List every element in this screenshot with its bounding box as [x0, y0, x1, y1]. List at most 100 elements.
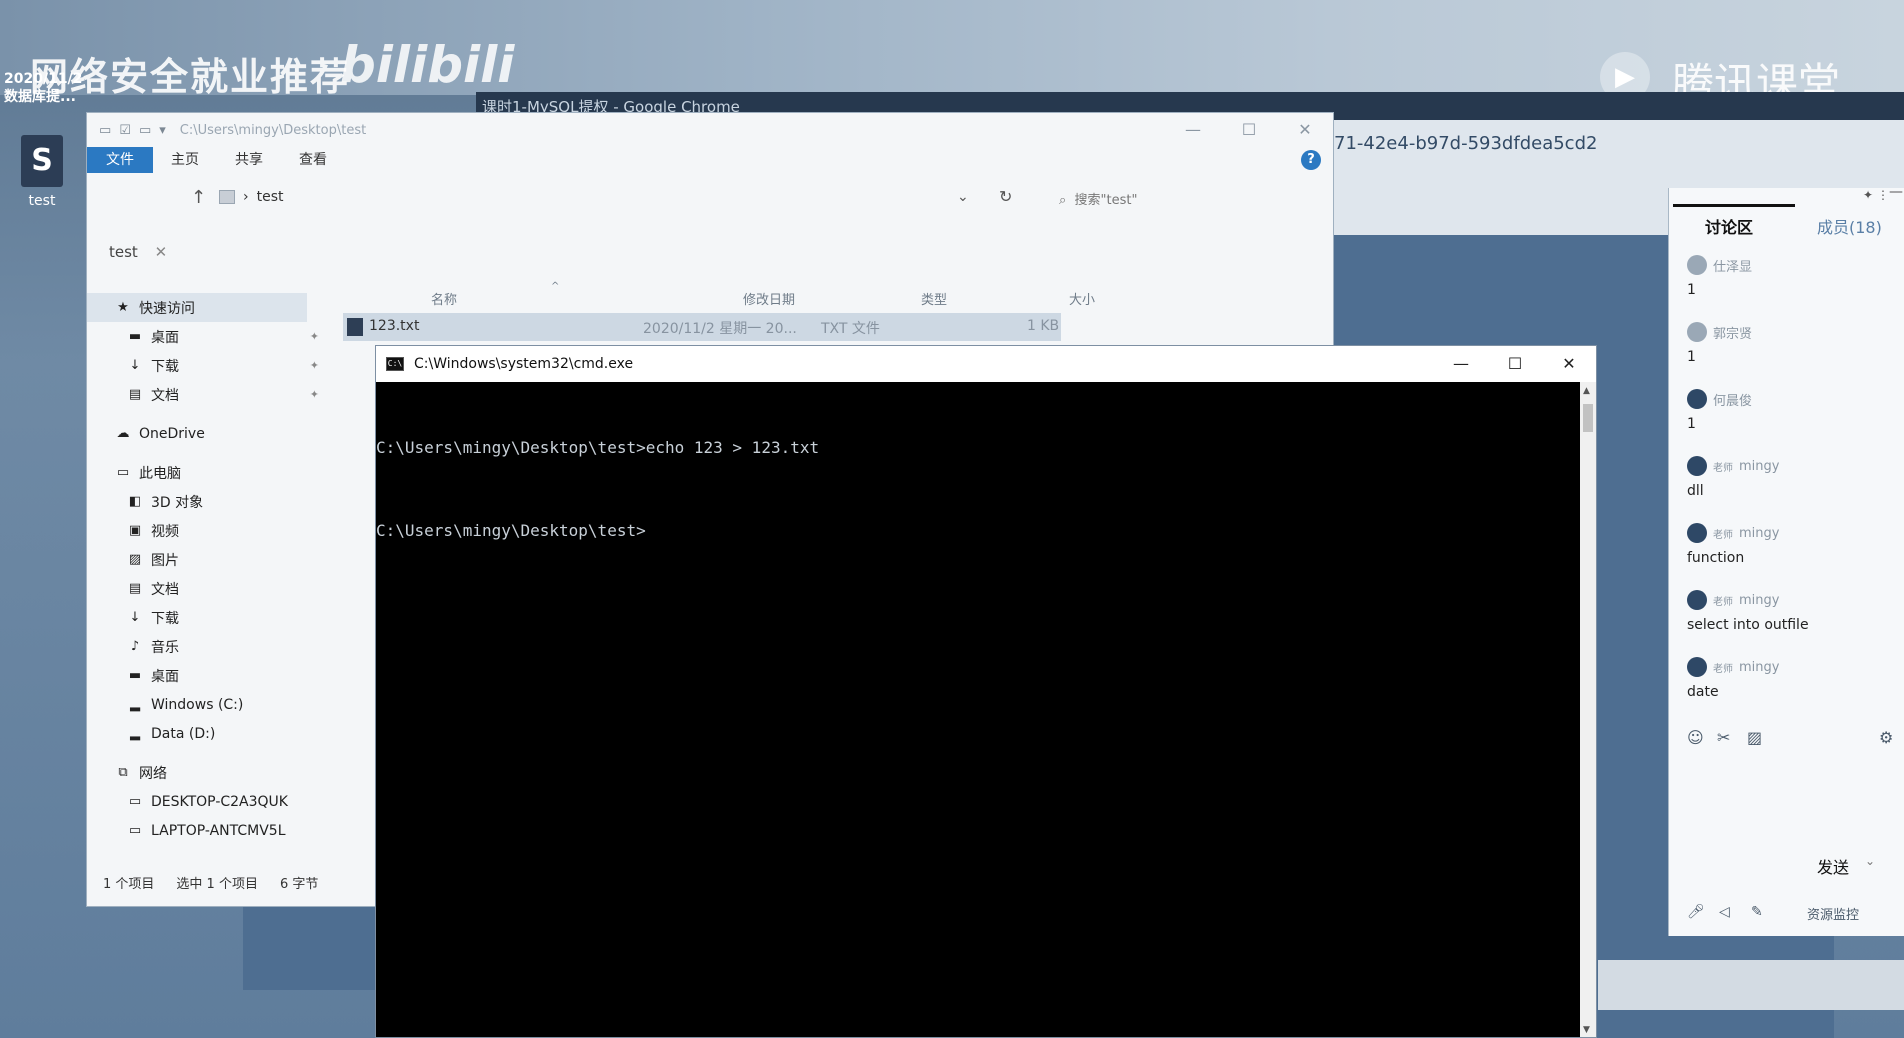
- nav-qa-downloads[interactable]: ↓ 下载 ✦: [87, 351, 377, 380]
- send-button[interactable]: 发送: [1817, 854, 1849, 878]
- nav-network[interactable]: ⧉ 网络: [87, 758, 377, 787]
- chevron-down-icon[interactable]: ⌄: [1865, 854, 1875, 868]
- search-input[interactable]: ⌕ 搜索"test": [1059, 189, 1137, 208]
- maximize-button[interactable]: ☐: [1488, 346, 1542, 382]
- scroll-up-icon[interactable]: ▲: [1583, 386, 1590, 396]
- image-icon[interactable]: ▨: [1747, 728, 1762, 747]
- message-text: dll: [1687, 483, 1704, 499]
- properties-icon[interactable]: ☑: [119, 123, 131, 138]
- tab-file[interactable]: 文件: [87, 147, 153, 173]
- list-item: 老师 mingy function: [1687, 522, 1897, 589]
- path-tab-label: test: [109, 243, 138, 261]
- close-button[interactable]: ✕: [1277, 113, 1333, 147]
- settings-icon[interactable]: ⚙: [1879, 728, 1893, 747]
- maximize-button[interactable]: ☐: [1221, 113, 1277, 147]
- close-button[interactable]: ✕: [1542, 346, 1596, 382]
- list-item: 老师 mingy dll: [1687, 455, 1897, 522]
- tab-view[interactable]: 查看: [281, 147, 345, 173]
- minimize-button[interactable]: —: [1165, 113, 1221, 147]
- desktop-icon-test[interactable]: S test: [14, 135, 70, 209]
- date-text: 2020/11/2: [4, 71, 83, 87]
- nav-network-desktop[interactable]: ▭ DESKTOP-C2A3QUK: [87, 787, 377, 816]
- nav-qa-desktop[interactable]: ▬ 桌面 ✦: [87, 322, 377, 351]
- folder-icon: [219, 190, 235, 204]
- cmd-window[interactable]: C:\ C:\Windows\system32\cmd.exe — ☐ ✕ C:…: [375, 345, 1597, 1038]
- resource-monitor-button[interactable]: 资源监控: [1807, 904, 1859, 923]
- more-icon[interactable]: ⋮: [1877, 188, 1889, 202]
- nav-this-pc[interactable]: ▭ 此电脑: [87, 458, 377, 487]
- nav-label: 文档: [151, 387, 179, 404]
- address-dropdown-icon[interactable]: ⌄: [957, 189, 969, 205]
- pin-icon[interactable]: ✦: [1863, 188, 1873, 202]
- message-role: 老师: [1713, 462, 1733, 474]
- nav-network-laptop[interactable]: ▭ LAPTOP-ANTCMV5L: [87, 816, 377, 845]
- nav-documents[interactable]: ▤ 文档: [87, 574, 377, 603]
- discussion-panel: ✦ ⋮ — 讨论区 成员(18) 仕泽显 1 郭宗贤 1 何晨俊 1 老师 min…: [1668, 184, 1904, 936]
- file-icon: S: [21, 135, 63, 187]
- minimize-button[interactable]: —: [1434, 346, 1488, 382]
- nav-videos[interactable]: ▣ 视频: [87, 516, 377, 545]
- pen-icon[interactable]: ✎: [1751, 904, 1763, 920]
- refresh-icon[interactable]: ↻: [999, 187, 1012, 206]
- document-icon: ▤: [128, 580, 142, 596]
- chevron-down-icon[interactable]: ▾: [159, 123, 166, 138]
- status-bytes: 6 字节: [279, 877, 319, 892]
- up-arrow-icon[interactable]: ↑: [191, 187, 206, 208]
- nav-3d-objects[interactable]: ◧ 3D 对象: [87, 487, 377, 516]
- tab-discussion[interactable]: 讨论区: [1705, 214, 1753, 238]
- scrollbar-thumb[interactable]: [1583, 404, 1593, 432]
- avatar: [1687, 523, 1707, 543]
- minimize-icon[interactable]: —: [1889, 184, 1903, 200]
- file-row[interactable]: 123.txt 2020/11/2 星期一 20... TXT 文件 1 KB: [343, 313, 1061, 341]
- cube-icon: ◧: [128, 493, 142, 509]
- message-user: mingy: [1739, 525, 1780, 541]
- nav-quick-access[interactable]: ★ 快速访问: [87, 293, 307, 322]
- explorer-titlebar: ▭ ☑ ▭ ▾ C:\Users\mingy\Desktop\test — ☐ …: [87, 113, 1333, 147]
- column-modified[interactable]: 修改日期: [743, 289, 795, 308]
- download-icon: ↓: [129, 609, 141, 625]
- message-user: 何晨俊: [1713, 393, 1753, 409]
- column-type[interactable]: 类型: [921, 289, 947, 308]
- network-icon: ⧉: [118, 764, 128, 780]
- video-icon: ▣: [128, 522, 142, 538]
- avatar: [1687, 389, 1707, 409]
- text-file-icon: [347, 318, 363, 336]
- new-folder-icon[interactable]: ▭: [139, 123, 151, 138]
- cmd-titlebar[interactable]: C:\ C:\Windows\system32\cmd.exe — ☐ ✕: [376, 346, 1596, 382]
- column-size[interactable]: 大小: [1069, 289, 1095, 308]
- search-placeholder: 搜索"test": [1074, 193, 1138, 208]
- emoji-icon[interactable]: ☺: [1687, 728, 1704, 747]
- music-icon: ♪: [130, 638, 140, 654]
- scissors-icon[interactable]: ✂: [1717, 728, 1730, 747]
- tab-members[interactable]: 成员(18): [1817, 214, 1882, 238]
- folder-icon[interactable]: ▭: [99, 123, 111, 138]
- nav-music[interactable]: ♪ 音乐: [87, 632, 377, 661]
- vertical-scrollbar[interactable]: ▲ ▼: [1580, 382, 1596, 1037]
- microphone-icon[interactable]: 🎤︎: [1687, 904, 1705, 920]
- nav-pictures[interactable]: ▨ 图片: [87, 545, 377, 574]
- speaker-icon[interactable]: ◁: [1719, 904, 1730, 920]
- nav-onedrive[interactable]: ☁ OneDrive: [87, 419, 377, 448]
- document-icon: ▤: [128, 386, 142, 402]
- tab-share[interactable]: 共享: [217, 147, 281, 173]
- scroll-down-icon[interactable]: ▼: [1583, 1025, 1590, 1035]
- help-icon[interactable]: ?: [1301, 150, 1321, 170]
- close-icon[interactable]: ✕: [155, 243, 168, 261]
- nav-downloads[interactable]: ↓ 下载: [87, 603, 377, 632]
- path-tab[interactable]: test ✕: [109, 243, 167, 261]
- breadcrumb[interactable]: › test: [219, 189, 284, 205]
- column-name[interactable]: 名称: [431, 289, 457, 308]
- cmd-console[interactable]: C:\Users\mingy\Desktop\test>echo 123 > 1…: [376, 382, 1596, 604]
- nav-desktop[interactable]: ▬ 桌面: [87, 661, 377, 690]
- message-user: 仕泽显: [1713, 259, 1753, 275]
- message-user: mingy: [1739, 592, 1780, 608]
- nav-drive-d[interactable]: ▂ Data (D:): [87, 719, 377, 748]
- file-name: 123.txt: [369, 318, 420, 334]
- tab-home[interactable]: 主页: [153, 147, 217, 173]
- explorer-title-path: C:\Users\mingy\Desktop\test: [179, 122, 367, 138]
- nav-qa-documents[interactable]: ▤ 文档 ✦: [87, 380, 377, 409]
- breadcrumb-item[interactable]: test: [257, 189, 284, 205]
- status-bar: 1 个项目 选中 1 个项目 6 字节: [103, 873, 318, 892]
- desktop-date-label: 2020/11/2 数据库提...: [4, 70, 82, 106]
- nav-drive-c[interactable]: ▂ Windows (C:): [87, 690, 377, 719]
